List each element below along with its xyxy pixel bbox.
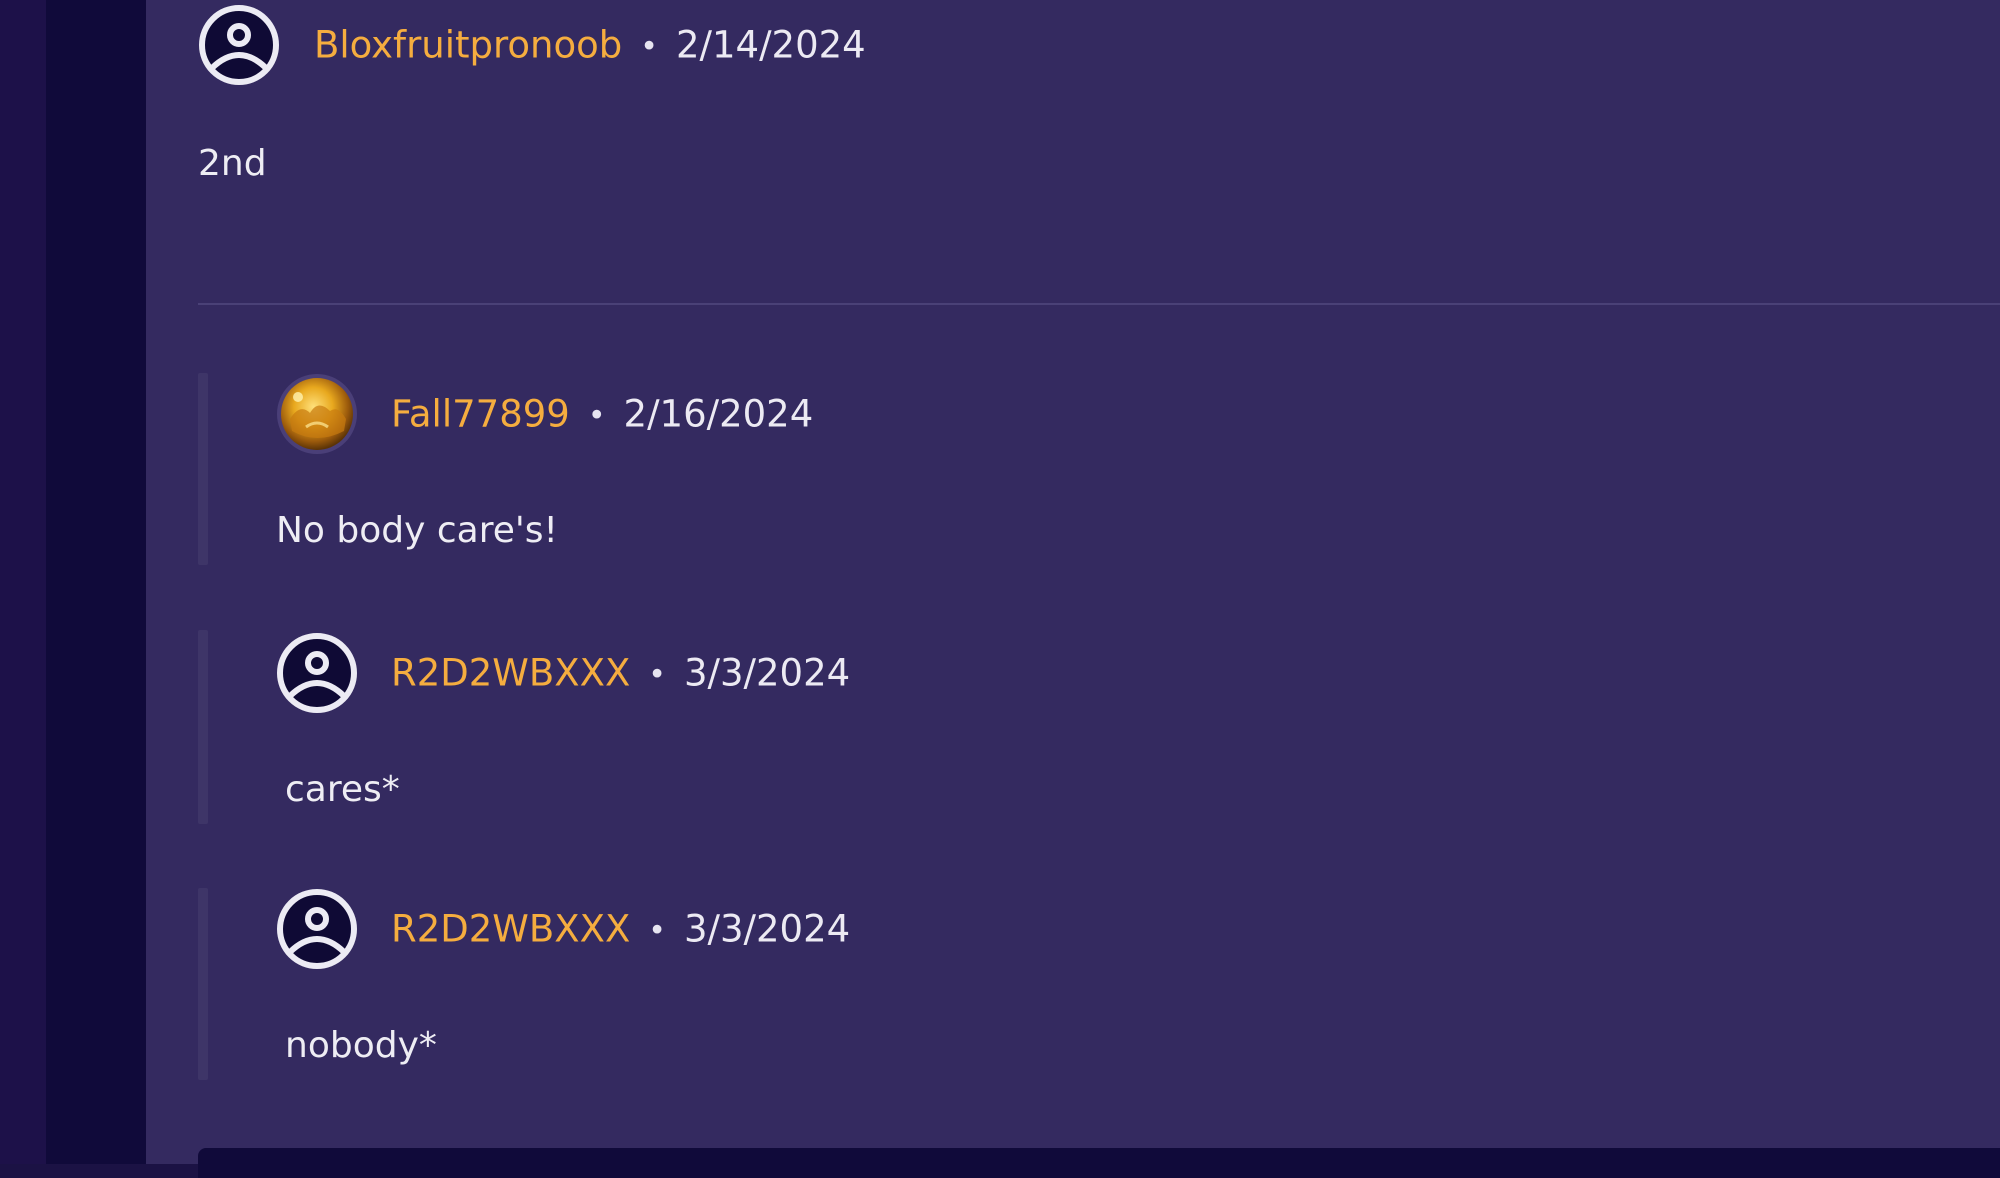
separator-dot: • — [587, 398, 606, 433]
sidebar-rail — [46, 0, 146, 1164]
reply-meta: Fall77899 • 2/16/2024 — [391, 396, 813, 433]
comment-date: 2/14/2024 — [675, 23, 866, 67]
comment-divider — [198, 303, 2000, 305]
separator-dot: • — [648, 657, 666, 692]
reply-body: nobody* — [285, 1025, 437, 1066]
username-link[interactable]: R2D2WBXXX — [391, 652, 630, 695]
separator-dot: • — [648, 913, 666, 948]
reply-body: cares* — [285, 769, 400, 810]
comment-meta: Bloxfruitpronoob • 2/14/2024 — [314, 27, 866, 64]
username-link[interactable]: Bloxfruitpronoob — [314, 24, 622, 67]
reply-meta: R2D2WBXXX • 3/3/2024 — [391, 911, 850, 948]
reply-date: 3/3/2024 — [684, 651, 851, 695]
reply-body: No body care's! — [276, 510, 558, 551]
default-user-icon[interactable] — [198, 4, 280, 86]
username-link[interactable]: R2D2WBXXX — [391, 908, 630, 951]
comments-panel — [146, 0, 2000, 1164]
gold-photo-avatar[interactable] — [276, 373, 358, 455]
comment-body: 2nd — [198, 143, 267, 184]
username-link[interactable]: Fall77899 — [391, 393, 570, 436]
reply-date: 3/3/2024 — [684, 907, 851, 951]
reply-meta: R2D2WBXXX • 3/3/2024 — [391, 655, 850, 692]
reply-thread-bar — [198, 888, 208, 1080]
separator-dot: • — [640, 29, 658, 64]
default-user-icon[interactable] — [276, 888, 358, 970]
reply-thread-bar — [198, 373, 208, 565]
default-user-icon[interactable] — [276, 632, 358, 714]
page-left-edge — [0, 0, 46, 1164]
reply-date: 2/16/2024 — [623, 392, 814, 436]
reply-thread-bar — [198, 630, 208, 824]
comment-input-box[interactable] — [198, 1148, 2000, 1178]
